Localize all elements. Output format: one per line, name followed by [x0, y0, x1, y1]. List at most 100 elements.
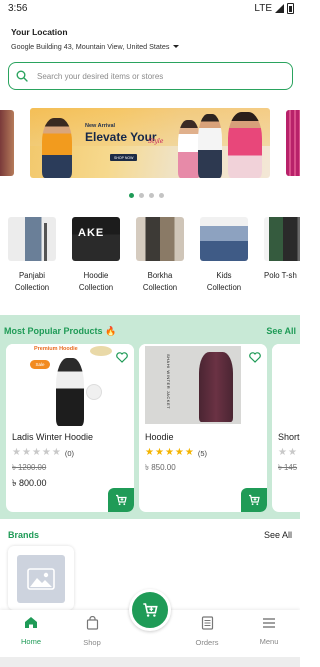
banner-model-image — [198, 114, 222, 178]
product-badge: Premium Hoodie — [34, 346, 78, 352]
banner-kicker: New Arrival — [85, 123, 116, 129]
category-item-kids[interactable]: Kids Collection — [200, 217, 248, 294]
product-rating: ★ ★ ★ ★ ★ (0) — [12, 448, 74, 458]
sale-tag: Sale — [30, 360, 50, 369]
banner-next-peek[interactable] — [286, 110, 300, 176]
star-icon: ★ — [12, 447, 21, 458]
add-to-cart-button[interactable] — [241, 488, 267, 512]
star-icon: ★ — [21, 447, 31, 458]
banner-prev-peek[interactable] — [0, 110, 14, 176]
category-label: Kids — [216, 271, 232, 280]
popular-title: Most Popular Products 🔥 — [4, 326, 117, 336]
banner-model-image — [42, 118, 72, 178]
nav-item-home[interactable]: Home — [6, 616, 56, 646]
banner-carousel[interactable]: New Arrival Elevate Your Style SHOP NOW — [0, 108, 300, 178]
product-old-price: ৳ 145 — [278, 463, 298, 472]
system-navigation-bar — [0, 657, 300, 667]
heart-icon[interactable] — [249, 352, 261, 363]
star-icon: ★ — [51, 447, 61, 458]
location-selector[interactable]: Google Building 43, Mountain View, Unite… — [11, 42, 179, 51]
cart-fab-button[interactable] — [129, 589, 171, 631]
nav-label: Home — [20, 637, 41, 646]
home-icon — [25, 617, 37, 628]
carousel-dot[interactable] — [129, 193, 134, 198]
product-image: Premium Hoodie Sale — [6, 344, 134, 426]
banner-shop-button[interactable]: SHOP NOW — [110, 154, 138, 161]
status-indicators: LTE — [254, 3, 294, 14]
product-name: Hoodie — [145, 432, 174, 442]
category-image — [8, 217, 56, 261]
nav-item-menu[interactable]: Menu — [244, 616, 294, 646]
nav-item-shop[interactable]: Shop — [67, 615, 117, 647]
product-card[interactable]: SHAHI WINTER JACKET Hoodie ★ ★ ★ ★ ★ (5)… — [139, 344, 267, 512]
product-image — [272, 344, 300, 426]
category-item-panjabi[interactable]: Panjabi Collection — [8, 217, 56, 294]
product-name: Short — [278, 432, 300, 442]
product-price: ৳ 850.00 — [145, 463, 176, 472]
category-image — [200, 217, 248, 261]
star-icon: ★ — [287, 447, 297, 458]
category-item-hoodie[interactable]: AKE Hoodie Collection — [72, 217, 120, 294]
category-label: Polo T-sh — [264, 271, 297, 280]
carousel-dot[interactable] — [159, 193, 164, 198]
category-label: Collection — [142, 283, 178, 292]
nav-label: Menu — [259, 637, 279, 646]
product-name: Ladis Winter Hoodie — [12, 432, 94, 442]
status-bar: 3:56 LTE — [0, 0, 300, 18]
product-card[interactable]: Premium Hoodie Sale Ladis Winter Hoodie … — [6, 344, 134, 512]
nav-label: Orders — [195, 638, 219, 647]
banner-model-image — [228, 112, 262, 178]
category-label: Collection — [14, 283, 50, 292]
category-label: Collection — [206, 283, 242, 292]
signal-icon — [275, 4, 284, 13]
nav-item-orders[interactable]: Orders — [182, 616, 232, 647]
brand-card[interactable] — [8, 546, 74, 610]
brand-logo — [90, 346, 112, 356]
star-icon: ★ — [31, 447, 41, 458]
status-time: 3:56 — [8, 3, 28, 14]
banner-model-image — [178, 120, 200, 178]
orders-icon — [201, 616, 213, 630]
category-label: Panjabi — [18, 271, 45, 280]
app-screen: 3:56 LTE Your Location Google Building 4… — [0, 0, 300, 667]
product-price: ৳ 800.00 — [12, 478, 47, 488]
add-to-cart-button[interactable] — [108, 488, 134, 512]
cart-plus-icon — [116, 494, 127, 506]
brands-see-all-link[interactable]: See All — [264, 530, 292, 540]
category-label: Hoodie — [83, 271, 109, 280]
nav-label: Shop — [83, 638, 101, 647]
carousel-dot[interactable] — [139, 193, 144, 198]
banner-headline: Elevate Your — [85, 130, 157, 144]
chevron-down-icon — [172, 45, 179, 48]
search-bar[interactable] — [8, 62, 293, 90]
cart-icon — [143, 603, 158, 617]
popular-see-all-link[interactable]: See All — [266, 326, 296, 336]
location-address: Google Building 43, Mountain View, Unite… — [11, 42, 170, 51]
image-placeholder-icon — [17, 555, 65, 603]
network-label: LTE — [254, 3, 272, 14]
bag-icon — [86, 615, 98, 630]
product-rating: ★ ★ ★ ★ ★ (5) — [145, 448, 207, 458]
category-image — [136, 217, 184, 261]
star-icon: ★ — [164, 447, 174, 458]
cart-plus-icon — [249, 494, 260, 506]
heart-icon[interactable] — [116, 352, 128, 363]
product-old-price: ৳ 1200.00 — [12, 463, 47, 472]
brands-title: Brands — [8, 530, 40, 540]
banner-script: Style — [148, 138, 164, 145]
banner-slide[interactable]: New Arrival Elevate Your Style SHOP NOW — [30, 108, 270, 178]
product-card[interactable]: Short ★ ★ ৳ 145 — [272, 344, 300, 512]
category-item-polo[interactable]: Polo T-sh — [264, 217, 300, 282]
star-icon: ★ — [145, 447, 154, 458]
search-icon — [16, 70, 28, 82]
carousel-dot[interactable] — [149, 193, 154, 198]
star-icon: ★ — [184, 447, 194, 458]
rating-count: (0) — [64, 448, 75, 458]
category-label: Collection — [78, 283, 114, 292]
star-icon: ★ — [154, 447, 164, 458]
search-input[interactable] — [37, 71, 277, 81]
star-icon: ★ — [174, 447, 184, 458]
jacket-label: SHAHI WINTER JACKET — [166, 354, 171, 410]
category-item-borkha[interactable]: Borkha Collection — [136, 217, 184, 294]
category-label: Borkha — [147, 271, 173, 280]
